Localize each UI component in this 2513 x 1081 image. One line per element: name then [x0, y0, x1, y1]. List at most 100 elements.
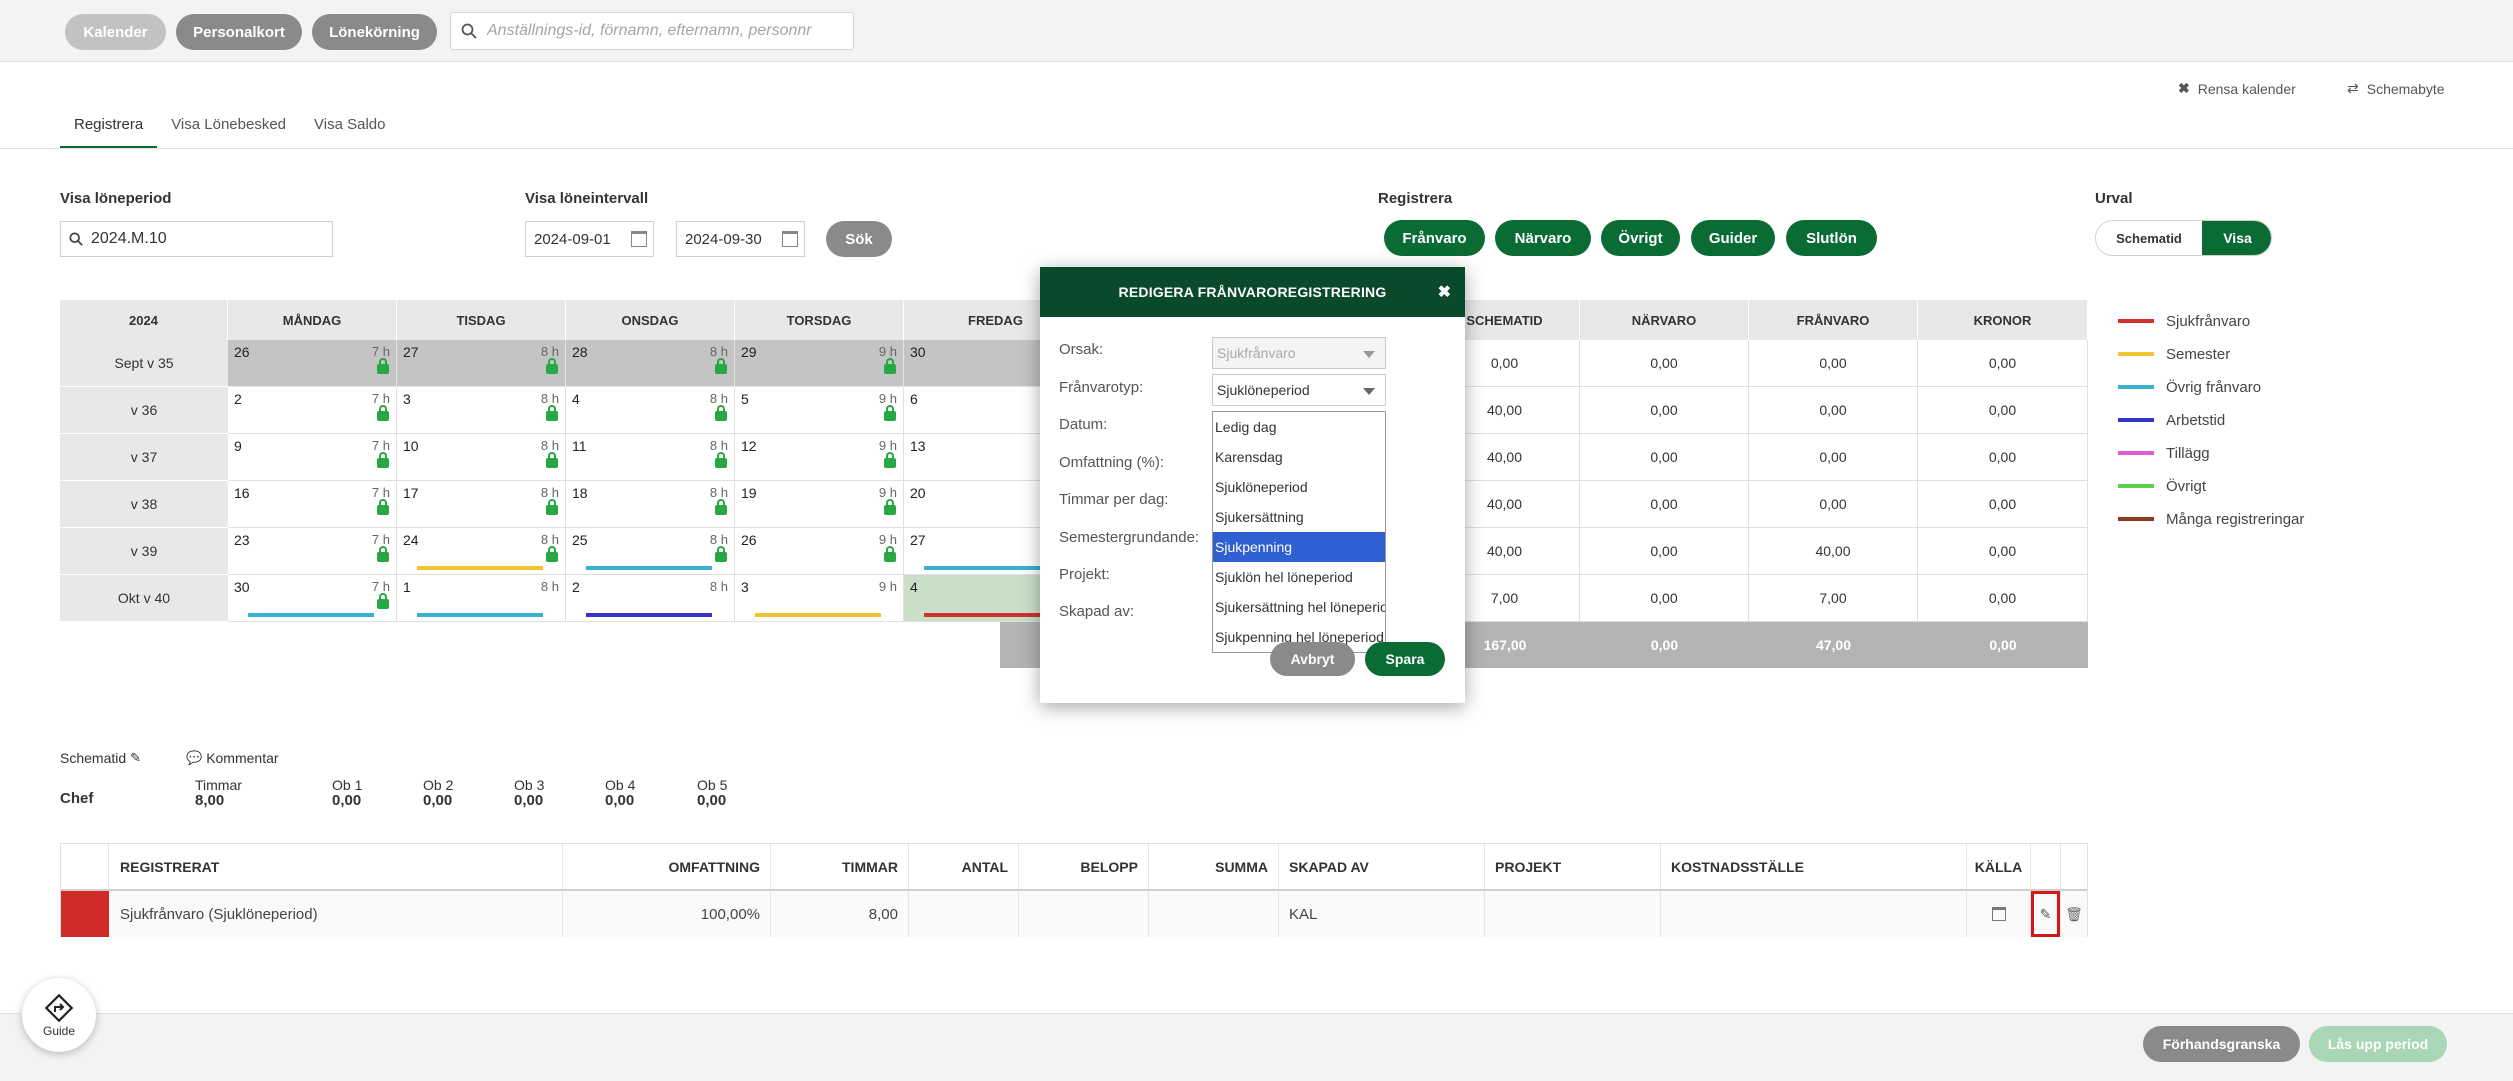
calendar-day-cell[interactable]: 3 8 h [397, 387, 566, 434]
preview-button[interactable]: Förhandsgranska [2143, 1026, 2300, 1062]
calendar-day-cell[interactable]: 19 9 h [735, 481, 904, 528]
trash-icon[interactable]: 🗑 [2065, 906, 2083, 923]
employee-search[interactable] [450, 12, 854, 50]
lock-icon [884, 452, 896, 468]
day-number: 4 [910, 579, 918, 595]
calendar-icon[interactable] [782, 231, 798, 247]
search-button[interactable]: Sök [826, 221, 892, 257]
dropdown-option[interactable]: Sjukpenning [1213, 532, 1385, 562]
calendar-day-cell[interactable]: 2 7 h [228, 387, 397, 434]
cancel-button[interactable]: Avbryt [1270, 642, 1355, 676]
lock-icon [377, 405, 389, 421]
legend-swatch [2118, 385, 2154, 389]
search-icon [69, 232, 83, 246]
calendar-day-cell[interactable]: 12 9 h [735, 434, 904, 481]
table-header-delete [2061, 844, 2087, 891]
calendar-day-cell[interactable]: 30 7 h [228, 575, 397, 622]
urval-toggle[interactable]: Schematid Visa [2095, 220, 2272, 256]
role-label: Chef [60, 790, 94, 807]
clear-calendar-link[interactable]: ✖ Rensa kalender [2178, 80, 2296, 97]
calendar-day-cell[interactable]: 17 8 h [397, 481, 566, 528]
dropdown-option[interactable]: Sjuklöneperiod [1213, 472, 1385, 502]
summary-total-cell: 0,00 [1918, 622, 2088, 668]
calendar-day-cell[interactable]: 1 8 h [397, 575, 566, 622]
cell-belopp [1019, 891, 1149, 937]
employee-search-input[interactable] [487, 22, 847, 40]
lock-icon [546, 452, 558, 468]
summary-cell: 0,00 [1580, 575, 1749, 622]
day-number: 18 [572, 485, 588, 501]
dropdown-option[interactable]: Sjukersättning [1213, 502, 1385, 532]
schedule-swap-label: Schemabyte [2366, 80, 2445, 97]
visa-toggle-option[interactable]: Visa [2202, 221, 2271, 255]
schematid-edit-link[interactable]: Schematid ✎ [60, 750, 141, 766]
calendar-day-cell[interactable]: 29 9 h [735, 340, 904, 387]
week-label: v 39 [60, 528, 228, 575]
day-number: 4 [572, 391, 580, 407]
orsak-select[interactable]: Sjukfrånvaro [1212, 337, 1386, 369]
calendar-day-cell[interactable]: 25 8 h [566, 528, 735, 575]
lonekorning-button[interactable]: Lönekörning [312, 14, 437, 50]
calendar-day-cell[interactable]: 10 8 h [397, 434, 566, 481]
date-from-field[interactable]: 2024-09-01 [525, 221, 654, 257]
calendar-day-cell[interactable]: 28 8 h [566, 340, 735, 387]
calendar-day-cell[interactable]: 3 9 h [735, 575, 904, 622]
summary-cell: 0,00 [1918, 528, 2088, 575]
comment-link[interactable]: 💬 Kommentar [186, 750, 279, 766]
schedule-swap-link[interactable]: ⇄ Schemabyte [2347, 80, 2445, 97]
period-label: Visa löneperiod [60, 190, 172, 207]
registration-bar [924, 613, 1050, 617]
calendar-day-cell[interactable]: 26 9 h [735, 528, 904, 575]
calendar-day-cell[interactable]: 26 7 h [228, 340, 397, 387]
calendar-icon[interactable] [1991, 907, 2006, 921]
calendar-day-cell[interactable]: 9 7 h [228, 434, 397, 481]
dropdown-option[interactable]: Sjukersättning hel löneperiod [1213, 592, 1385, 622]
lock-icon [377, 546, 389, 562]
save-button[interactable]: Spara [1365, 642, 1445, 676]
close-icon[interactable]: ✖ [1438, 282, 1451, 302]
calendar-icon[interactable] [631, 231, 647, 247]
edit-icon[interactable]: ✎ [2031, 891, 2060, 937]
registrera-label: Registrera [1378, 190, 1453, 207]
comment-icon: 💬 [186, 750, 203, 765]
franvaro-button[interactable]: Frånvaro [1384, 220, 1485, 256]
date-to-field[interactable]: 2024-09-30 [676, 221, 805, 257]
franvarotyp-select[interactable]: Sjuklöneperiod [1212, 374, 1386, 406]
legend-swatch [2118, 517, 2154, 521]
calendar-day-cell[interactable]: 24 8 h [397, 528, 566, 575]
calendar-day-cell[interactable]: 2 8 h [566, 575, 735, 622]
calendar-day-cell[interactable]: 23 7 h [228, 528, 397, 575]
calendar-day-cell[interactable]: 16 7 h [228, 481, 397, 528]
personalkort-button[interactable]: Personalkort [176, 14, 302, 50]
tab-visa-saldo[interactable]: Visa Saldo [300, 110, 399, 148]
narvaro-button[interactable]: Närvaro [1495, 220, 1591, 256]
calendar-day-cell[interactable]: 5 9 h [735, 387, 904, 434]
calendar-day-cell[interactable]: 27 8 h [397, 340, 566, 387]
tab-visa-lonebesked[interactable]: Visa Lönebesked [157, 110, 300, 148]
week-label: v 36 [60, 387, 228, 434]
ovrigt-button[interactable]: Övrigt [1601, 220, 1680, 256]
close-icon: ✖ [2178, 80, 2190, 96]
dropdown-option[interactable]: Sjuklön hel löneperiod [1213, 562, 1385, 592]
cell-projekt [1485, 891, 1661, 937]
legend-label: Övrigt [2166, 477, 2207, 495]
tab-registrera[interactable]: Registrera [60, 110, 158, 148]
cell-registrerat: Sjukfrånvaro (Sjuklöneperiod) [109, 891, 563, 937]
kalender-button[interactable]: Kalender [65, 14, 166, 50]
dropdown-option[interactable]: Karensdag [1213, 442, 1385, 472]
cell-antal [909, 891, 1019, 937]
guider-button[interactable]: Guider [1691, 220, 1775, 256]
period-field[interactable]: 2024.M.10 [60, 221, 333, 257]
calendar-day-cell[interactable]: 4 8 h [566, 387, 735, 434]
stat-label: Ob 5 [697, 777, 728, 793]
dropdown-option[interactable]: Ledig dag [1213, 412, 1385, 442]
week-label: Sept v 35 [60, 340, 228, 387]
calendar-day-cell[interactable]: 18 8 h [566, 481, 735, 528]
unlock-period-button[interactable]: Lås upp period [2309, 1026, 2447, 1062]
year-header: 2024 [60, 300, 228, 340]
schematid-toggle-option[interactable]: Schematid [2096, 221, 2202, 255]
guide-button[interactable]: Guide [22, 978, 96, 1052]
calendar-day-cell[interactable]: 11 8 h [566, 434, 735, 481]
slutlon-button[interactable]: Slutlön [1786, 220, 1877, 256]
scheduled-hours: 7 h [371, 579, 390, 594]
